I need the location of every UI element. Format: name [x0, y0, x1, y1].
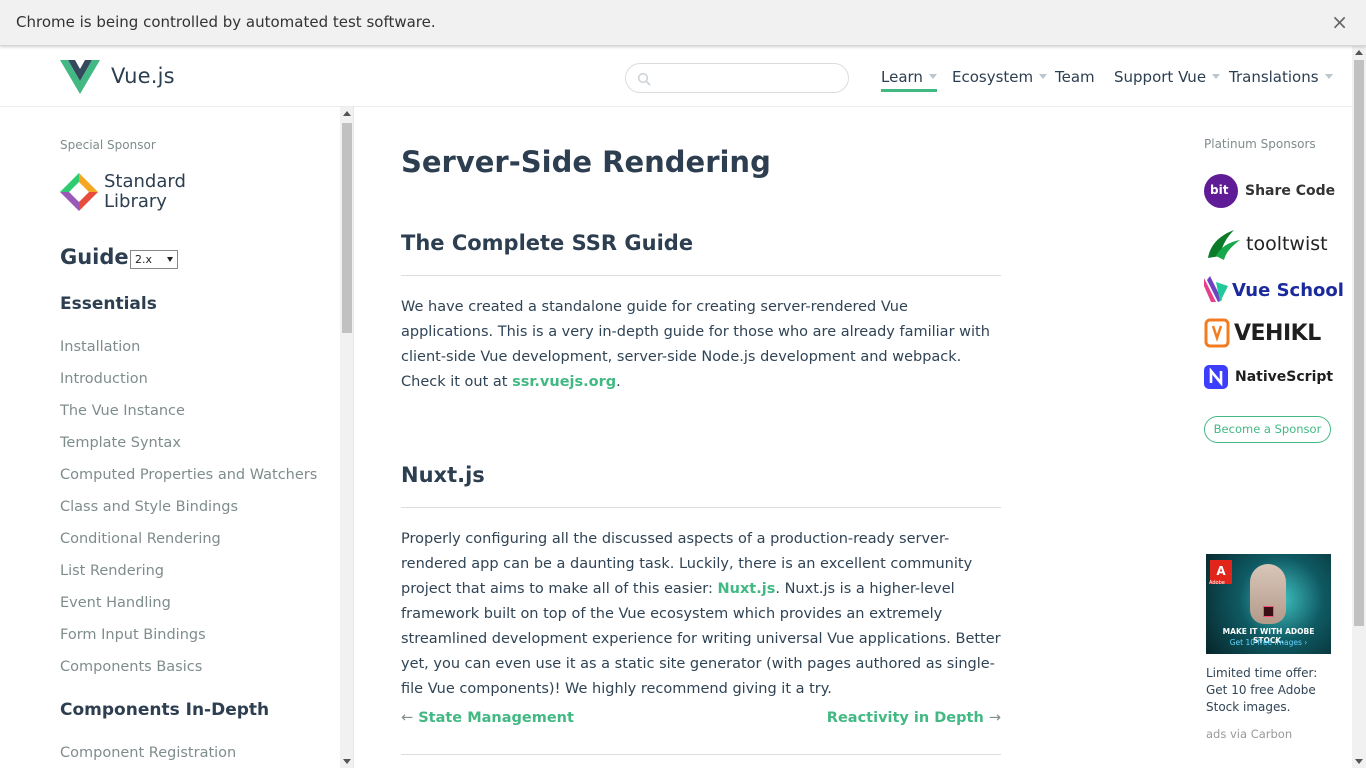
sidebar-scrollbar[interactable] — [340, 107, 353, 768]
sidebar-item-vue-instance[interactable]: The Vue Instance — [60, 403, 185, 419]
chevron-down-icon — [1324, 74, 1333, 79]
prev-page-link[interactable]: ← State Management — [401, 710, 574, 726]
arrow-right-icon: → — [988, 710, 1001, 726]
sidebar-item-template-syntax[interactable]: Template Syntax — [60, 435, 181, 451]
sponsor-tooltwist[interactable]: tooltwist — [1204, 226, 1328, 262]
section-title-essentials: Essentials — [60, 294, 157, 314]
chevron-down-icon — [928, 74, 937, 79]
scroll-up-icon[interactable] — [343, 111, 351, 116]
nuxt-paragraph: Properly configuring all the discussed a… — [401, 527, 1001, 702]
special-sponsor-name-line1: Standard — [104, 171, 186, 192]
search-input[interactable] — [656, 69, 836, 89]
heading-nuxt: Nuxt.js — [401, 463, 485, 487]
ssr-guide-paragraph: We have created a standalone guide for c… — [401, 295, 1001, 395]
become-sponsor-button[interactable]: Become a Sponsor — [1204, 416, 1331, 443]
sidebar-item-installation[interactable]: Installation — [60, 339, 140, 355]
sidebar-item-component-registration[interactable]: Component Registration — [60, 745, 236, 761]
bit-badge-text: bit — [1210, 183, 1229, 197]
nuxt-link[interactable]: Nuxt.js — [718, 581, 776, 597]
scroll-down-icon[interactable] — [343, 759, 351, 764]
next-page-label: Reactivity in Depth — [826, 710, 984, 726]
vehikl-logo-icon — [1204, 318, 1230, 348]
automation-infobar: Chrome is being controlled by automated … — [0, 0, 1366, 46]
sidebar-item-list-rendering[interactable]: List Rendering — [60, 563, 164, 579]
sponsor-tooltwist-name: tooltwist — [1246, 233, 1328, 255]
section-title-components-in-depth: Components In-Depth — [60, 700, 270, 720]
scroll-down-icon[interactable] — [1355, 759, 1363, 764]
platinum-sponsors-label: Platinum Sponsors — [1204, 137, 1316, 151]
divider — [401, 507, 1001, 508]
infobar-message: Chrome is being controlled by automated … — [16, 13, 436, 31]
divider — [401, 754, 1001, 755]
close-icon[interactable]: × — [1331, 10, 1348, 34]
scroll-up-icon[interactable] — [1355, 50, 1363, 55]
site-logo-text[interactable]: Vue.js — [111, 64, 175, 88]
nav-support-vue[interactable]: Support Vue — [1114, 68, 1221, 86]
search-icon — [637, 72, 651, 86]
carbon-ad-image[interactable]: A Adobe MAKE IT WITH ADOBE STOCK. Get 10… — [1206, 554, 1331, 654]
nativescript-logo-icon — [1204, 365, 1228, 389]
nuxt-text-after: . Nuxt.js is a higher-level framework bu… — [401, 581, 1001, 697]
ssr-guide-text-end: . — [616, 374, 621, 390]
dropdown-arrow-icon — [167, 257, 173, 262]
ads-via-carbon-link[interactable]: ads via Carbon — [1206, 727, 1292, 741]
sponsor-nativescript-name: NativeScript — [1235, 369, 1334, 385]
heading-ssr-guide: The Complete SSR Guide — [401, 231, 694, 255]
nav-team[interactable]: Team — [1055, 68, 1095, 86]
divider — [401, 275, 1001, 276]
tooltwist-logo-icon — [1208, 230, 1240, 260]
standard-library-logo-icon[interactable] — [60, 173, 98, 211]
ssr-guide-link[interactable]: ssr.vuejs.org — [512, 374, 616, 390]
ad-brand-text: Adobe — [1209, 580, 1225, 586]
sponsor-bit[interactable]: bit Share Code — [1204, 173, 1335, 209]
nav-support-vue-label: Support Vue — [1114, 68, 1207, 86]
ad-cta: Get 10 free images › — [1229, 638, 1308, 647]
nav-translations-label: Translations — [1229, 68, 1319, 86]
page-title: Server-Side Rendering — [401, 145, 771, 179]
sidebar-item-introduction[interactable]: Introduction — [60, 371, 148, 387]
search-box[interactable] — [625, 63, 849, 93]
sidebar-scrollbar-thumb[interactable] — [342, 123, 352, 333]
chevron-down-icon — [1212, 74, 1221, 79]
nav-learn[interactable]: Learn — [881, 68, 937, 92]
ssr-guide-text: We have created a standalone guide for c… — [401, 299, 990, 390]
version-select-value: 2.x — [135, 253, 153, 266]
nav-ecosystem[interactable]: Ecosystem — [952, 68, 1048, 86]
arrow-left-icon: ← — [401, 710, 414, 726]
sidebar-item-form-input-bindings[interactable]: Form Input Bindings — [60, 627, 206, 643]
sidebar-item-conditional-rendering[interactable]: Conditional Rendering — [60, 531, 221, 547]
carbon-ad-text[interactable]: Limited time offer: Get 10 free Adobe St… — [1206, 665, 1332, 716]
sponsor-nativescript[interactable]: NativeScript — [1204, 359, 1333, 395]
sidebar-item-event-handling[interactable]: Event Handling — [60, 595, 171, 611]
sidebar: Special Sponsor Standard Library Guide 2… — [0, 107, 354, 768]
special-sponsor-name[interactable]: Standard Library — [104, 172, 186, 212]
site-header: Vue.js Learn Ecosystem Team Support Vue … — [0, 46, 1352, 107]
nav-ecosystem-label: Ecosystem — [952, 68, 1034, 86]
vue-school-logo-icon — [1204, 276, 1228, 302]
page-scrollbar[interactable] — [1352, 46, 1366, 768]
sidebar-item-components-basics[interactable]: Components Basics — [60, 659, 202, 675]
next-page-link[interactable]: Reactivity in Depth → — [827, 710, 1001, 726]
page-scrollbar-thumb[interactable] — [1354, 60, 1364, 626]
sponsor-vue-school[interactable]: Vue School — [1204, 272, 1344, 308]
adobe-stock-icon — [1263, 606, 1274, 617]
chevron-down-icon — [1039, 74, 1048, 79]
nav-learn-label: Learn — [881, 68, 923, 86]
special-sponsor-name-line2: Library — [104, 191, 167, 212]
sponsor-vue-school-name: Vue School — [1232, 279, 1344, 301]
sidebar-item-computed-properties[interactable]: Computed Properties and Watchers — [60, 467, 317, 483]
sponsor-vehikl-name: VEHIKL — [1234, 320, 1321, 346]
nav-translations[interactable]: Translations — [1229, 68, 1333, 86]
prev-page-label: State Management — [418, 710, 574, 726]
guide-title: Guide — [60, 245, 129, 269]
vue-logo-icon[interactable] — [60, 60, 100, 96]
sidebar-item-class-style-bindings[interactable]: Class and Style Bindings — [60, 499, 238, 515]
special-sponsor-label: Special Sponsor — [60, 138, 156, 152]
sponsor-bit-name: Share Code — [1245, 183, 1336, 199]
sponsor-vehikl[interactable]: VEHIKL — [1204, 315, 1321, 351]
nav-team-label: Team — [1055, 68, 1095, 86]
version-select[interactable]: 2.x — [130, 250, 178, 269]
